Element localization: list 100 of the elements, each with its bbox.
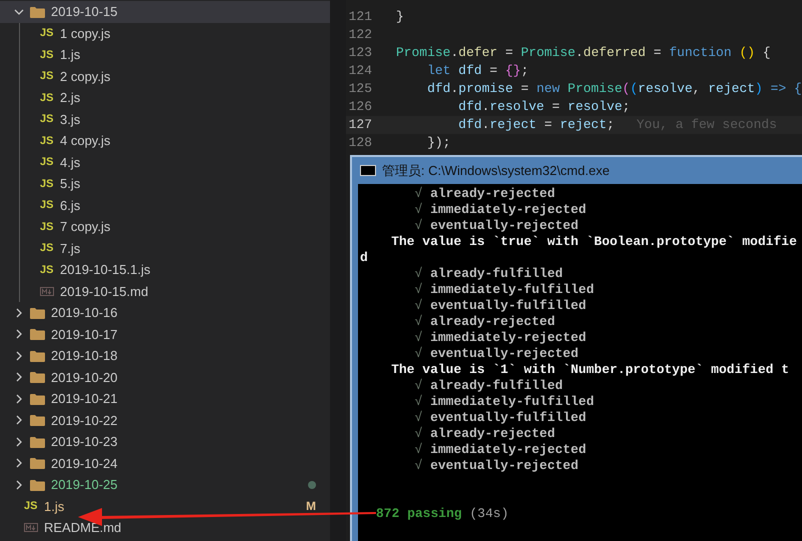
file-row[interactable]: JS 7 copy.js — [0, 216, 330, 238]
check-mark: √ — [414, 202, 424, 218]
folder-icon — [30, 414, 45, 426]
folder-icon — [30, 306, 45, 319]
file-name: 6.js — [60, 196, 80, 215]
chevron-right-icon[interactable] — [14, 350, 24, 361]
js-file-icon: JS — [40, 68, 54, 84]
check-mark: √ — [414, 298, 424, 314]
file-row[interactable]: JS 1.js M — [0, 496, 330, 517]
chevron-right-icon[interactable] — [14, 436, 24, 447]
git-status-label: M — [306, 498, 316, 516]
folder-row[interactable]: 2019-10-20 — [0, 366, 330, 388]
file-name: 2019-10-21 — [51, 390, 118, 408]
code-line: let dfd = {}; — [427, 62, 529, 80]
js-file-icon: JS — [40, 197, 54, 214]
file-name: 2019-10-25 — [51, 476, 118, 494]
test-name: immediately-rejected — [430, 330, 586, 346]
file-row[interactable]: JS 2.js — [0, 87, 330, 108]
file-name: 2019-10-16 — [51, 304, 118, 322]
duration: (34s) — [470, 506, 509, 522]
line-number: 127 — [348, 116, 372, 134]
folder-row[interactable]: 2019-10-24 — [0, 452, 330, 474]
js-file-icon: JS — [40, 218, 54, 235]
check-mark: √ — [414, 314, 424, 330]
folder-row[interactable]: 2019-10-15 — [0, 1, 330, 22]
file-row[interactable]: README.md — [0, 517, 330, 538]
folder-row[interactable]: 2019-10-25 — [0, 474, 330, 496]
check-mark: √ — [414, 330, 424, 346]
code-line: dfd.resolve = resolve; — [458, 98, 630, 116]
check-mark: √ — [414, 266, 424, 282]
chevron-right-icon[interactable] — [14, 394, 24, 404]
file-row[interactable]: JS 1 copy.js — [0, 22, 330, 44]
file-row[interactable]: JS 5.js — [0, 173, 330, 194]
line-number: 122 — [348, 26, 372, 44]
check-mark: √ — [414, 442, 424, 458]
console-app-icon — [360, 165, 376, 176]
line-number: 124 — [348, 62, 372, 80]
test-name: already-rejected — [430, 314, 556, 330]
file-name: 4.js — [60, 154, 80, 172]
test-name: immediately-fulfilled — [430, 394, 594, 410]
code-line: } — [396, 8, 404, 26]
folder-row[interactable]: 2019-10-22 — [0, 410, 330, 431]
file-row[interactable]: JS 6.js — [0, 194, 330, 216]
file-name: 2019-10-24 — [51, 454, 118, 472]
chevron-down-icon[interactable] — [14, 6, 24, 17]
markdown-file-icon — [24, 523, 38, 532]
folder-row[interactable]: 2019-10-17 — [0, 324, 330, 345]
file-name: 7.js — [60, 240, 80, 258]
file-row[interactable]: JS 4 copy.js — [0, 130, 330, 152]
line-number: 126 — [348, 98, 372, 116]
test-name: immediately-rejected — [430, 202, 586, 218]
check-mark: √ — [414, 218, 424, 234]
folder-icon — [30, 350, 45, 362]
folder-icon — [30, 6, 45, 18]
test-name: eventually-fulfilled — [430, 410, 586, 426]
folder-row[interactable]: 2019-10-16 — [0, 302, 330, 324]
check-mark: √ — [414, 410, 424, 426]
check-mark: √ — [414, 458, 424, 474]
folder-row[interactable]: 2019-10-18 — [0, 345, 330, 366]
folder-icon — [30, 478, 45, 491]
folder-row[interactable]: 2019-10-21 — [0, 388, 330, 410]
file-row[interactable]: JS 1.js — [0, 44, 330, 66]
chevron-right-icon[interactable] — [14, 480, 24, 490]
file-row[interactable]: JS 3.js — [0, 108, 330, 130]
folder-icon — [30, 392, 45, 405]
file-row[interactable]: 2019-10-15.md — [0, 280, 330, 302]
file-name: README.md — [44, 519, 122, 537]
file-name: 2019-10-22 — [51, 412, 118, 430]
test-name: already-rejected — [430, 426, 556, 442]
test-name: immediately-fulfilled — [430, 282, 594, 298]
line-number: 125 — [348, 80, 372, 98]
file-name: 2019-10-18 — [51, 347, 118, 365]
js-file-icon: JS — [40, 262, 54, 278]
file-name: 7 copy.js — [60, 218, 110, 236]
file-name: 1.js — [60, 46, 80, 64]
line-number: 121 — [348, 8, 372, 26]
js-file-icon: JS — [40, 176, 54, 192]
chevron-right-icon[interactable] — [14, 329, 24, 340]
js-file-icon: JS — [40, 111, 54, 128]
chevron-right-icon[interactable] — [14, 458, 24, 468]
js-file-icon: JS — [40, 240, 54, 256]
file-row[interactable]: JS 2019-10-15.1.js — [0, 259, 330, 280]
folder-icon — [30, 371, 45, 384]
file-row[interactable]: JS 7.js — [0, 238, 330, 259]
folder-row[interactable]: 2019-10-23 — [0, 431, 330, 452]
console-text: d — [360, 250, 368, 265]
chevron-right-icon[interactable] — [14, 372, 24, 382]
test-suite-title: The value is `1` with `Number.prototype` modified t — [391, 362, 790, 378]
file-name: 1.js — [44, 498, 64, 516]
chevron-right-icon[interactable] — [14, 308, 24, 318]
chevron-right-icon[interactable] — [14, 415, 24, 426]
file-row[interactable]: JS 4.js — [0, 152, 330, 173]
check-mark: √ — [414, 282, 424, 298]
passing-count: 872 passing — [376, 506, 462, 522]
file-name: 2.js — [60, 89, 80, 107]
test-name: eventually-rejected — [430, 218, 578, 234]
js-file-icon: JS — [24, 498, 38, 514]
file-name: 4 copy.js — [60, 132, 110, 150]
file-name: 2019-10-17 — [51, 326, 118, 344]
file-row[interactable]: JS 2 copy.js — [0, 66, 330, 87]
